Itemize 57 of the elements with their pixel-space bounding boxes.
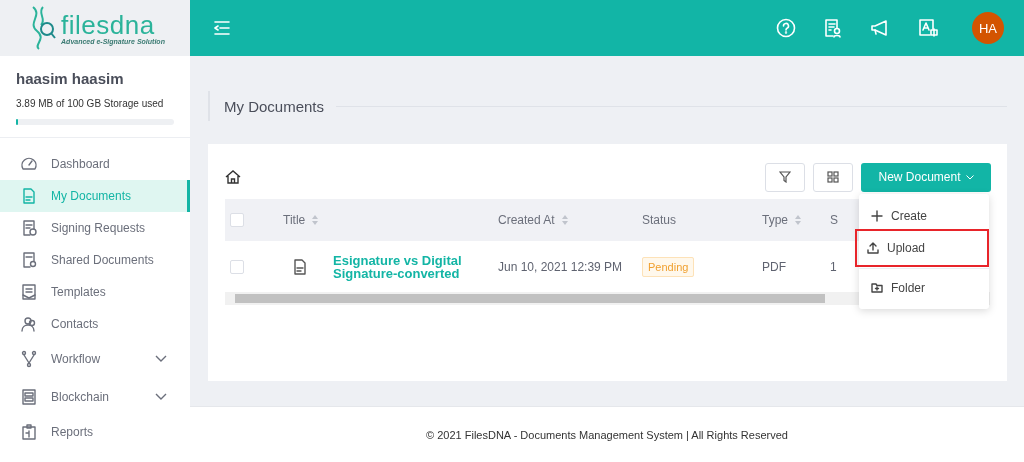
clipboard-icon bbox=[20, 423, 38, 441]
sidebar-item[interactable]: Shared Documents bbox=[0, 244, 190, 276]
column-header[interactable]: Title bbox=[283, 213, 306, 227]
sort-icon[interactable] bbox=[560, 214, 569, 226]
filter-button[interactable] bbox=[765, 162, 805, 192]
filter-icon bbox=[779, 171, 791, 183]
document-icon bbox=[20, 187, 38, 205]
row-checkbox[interactable] bbox=[230, 259, 244, 274]
sidebar-item[interactable]: Dashboard bbox=[0, 148, 190, 180]
footer-text: © 2021 FilesDNA - Documents Management System | All Rights Reserved bbox=[426, 428, 788, 441]
menu-collapse-icon[interactable] bbox=[214, 21, 230, 35]
select-all-checkbox[interactable] bbox=[230, 213, 244, 228]
sidebar-item[interactable]: Signing Requests bbox=[0, 212, 190, 244]
help-icon[interactable] bbox=[776, 18, 796, 38]
plus-icon bbox=[871, 209, 883, 222]
column-header: Status bbox=[642, 213, 677, 227]
blockchain-icon bbox=[20, 388, 38, 406]
user-name: haasim haasim bbox=[16, 70, 125, 87]
column-header[interactable]: Created At bbox=[498, 213, 555, 227]
certificate-icon[interactable] bbox=[824, 18, 842, 38]
column-header: S bbox=[830, 213, 838, 227]
sort-icon[interactable] bbox=[794, 214, 802, 226]
sidebar-item[interactable]: Reports bbox=[0, 416, 190, 448]
page-title: My Documents bbox=[224, 97, 325, 115]
table-cell: Jun 10, 2021 12:39 PM bbox=[498, 241, 642, 292]
column-header[interactable]: Type bbox=[762, 213, 788, 227]
folder-icon bbox=[871, 281, 883, 294]
sort-icon[interactable] bbox=[311, 214, 320, 226]
menu-item[interactable]: Create bbox=[861, 200, 987, 231]
logo-text: filesdna bbox=[61, 11, 155, 38]
menu-item[interactable]: Folder bbox=[861, 272, 987, 303]
gauge-icon bbox=[20, 155, 38, 173]
workflow-icon bbox=[20, 350, 38, 368]
chevron-down-icon bbox=[965, 174, 974, 180]
file-icon bbox=[291, 257, 309, 276]
user-avatar[interactable]: HA bbox=[972, 12, 1004, 44]
template-icon bbox=[20, 283, 38, 301]
upload-icon bbox=[867, 242, 879, 254]
grid-view-button[interactable] bbox=[813, 162, 853, 192]
table-cell: 1 bbox=[830, 259, 837, 274]
megaphone-icon[interactable] bbox=[870, 19, 890, 37]
storage-text: 3.89 MB of 100 GB Storage used bbox=[16, 98, 165, 109]
menu-item[interactable]: Upload bbox=[857, 231, 987, 265]
translate-icon[interactable] bbox=[918, 18, 938, 38]
grid-icon bbox=[827, 171, 839, 183]
table-cell: PDF bbox=[762, 241, 830, 292]
contacts-icon bbox=[20, 315, 38, 333]
home-icon[interactable] bbox=[225, 169, 241, 185]
shared-document-icon bbox=[20, 251, 38, 269]
sidebar-item[interactable]: Blockchain bbox=[0, 378, 190, 416]
sidebar-item[interactable]: Workflow bbox=[0, 340, 190, 378]
sidebar-item[interactable]: Templates bbox=[0, 276, 190, 308]
signed-document-icon bbox=[20, 219, 38, 237]
chevron-down-icon bbox=[155, 393, 167, 401]
status-badge: Pending bbox=[642, 256, 695, 277]
chevron-down-icon bbox=[155, 355, 167, 363]
sidebar-item[interactable]: Contacts bbox=[0, 308, 190, 340]
